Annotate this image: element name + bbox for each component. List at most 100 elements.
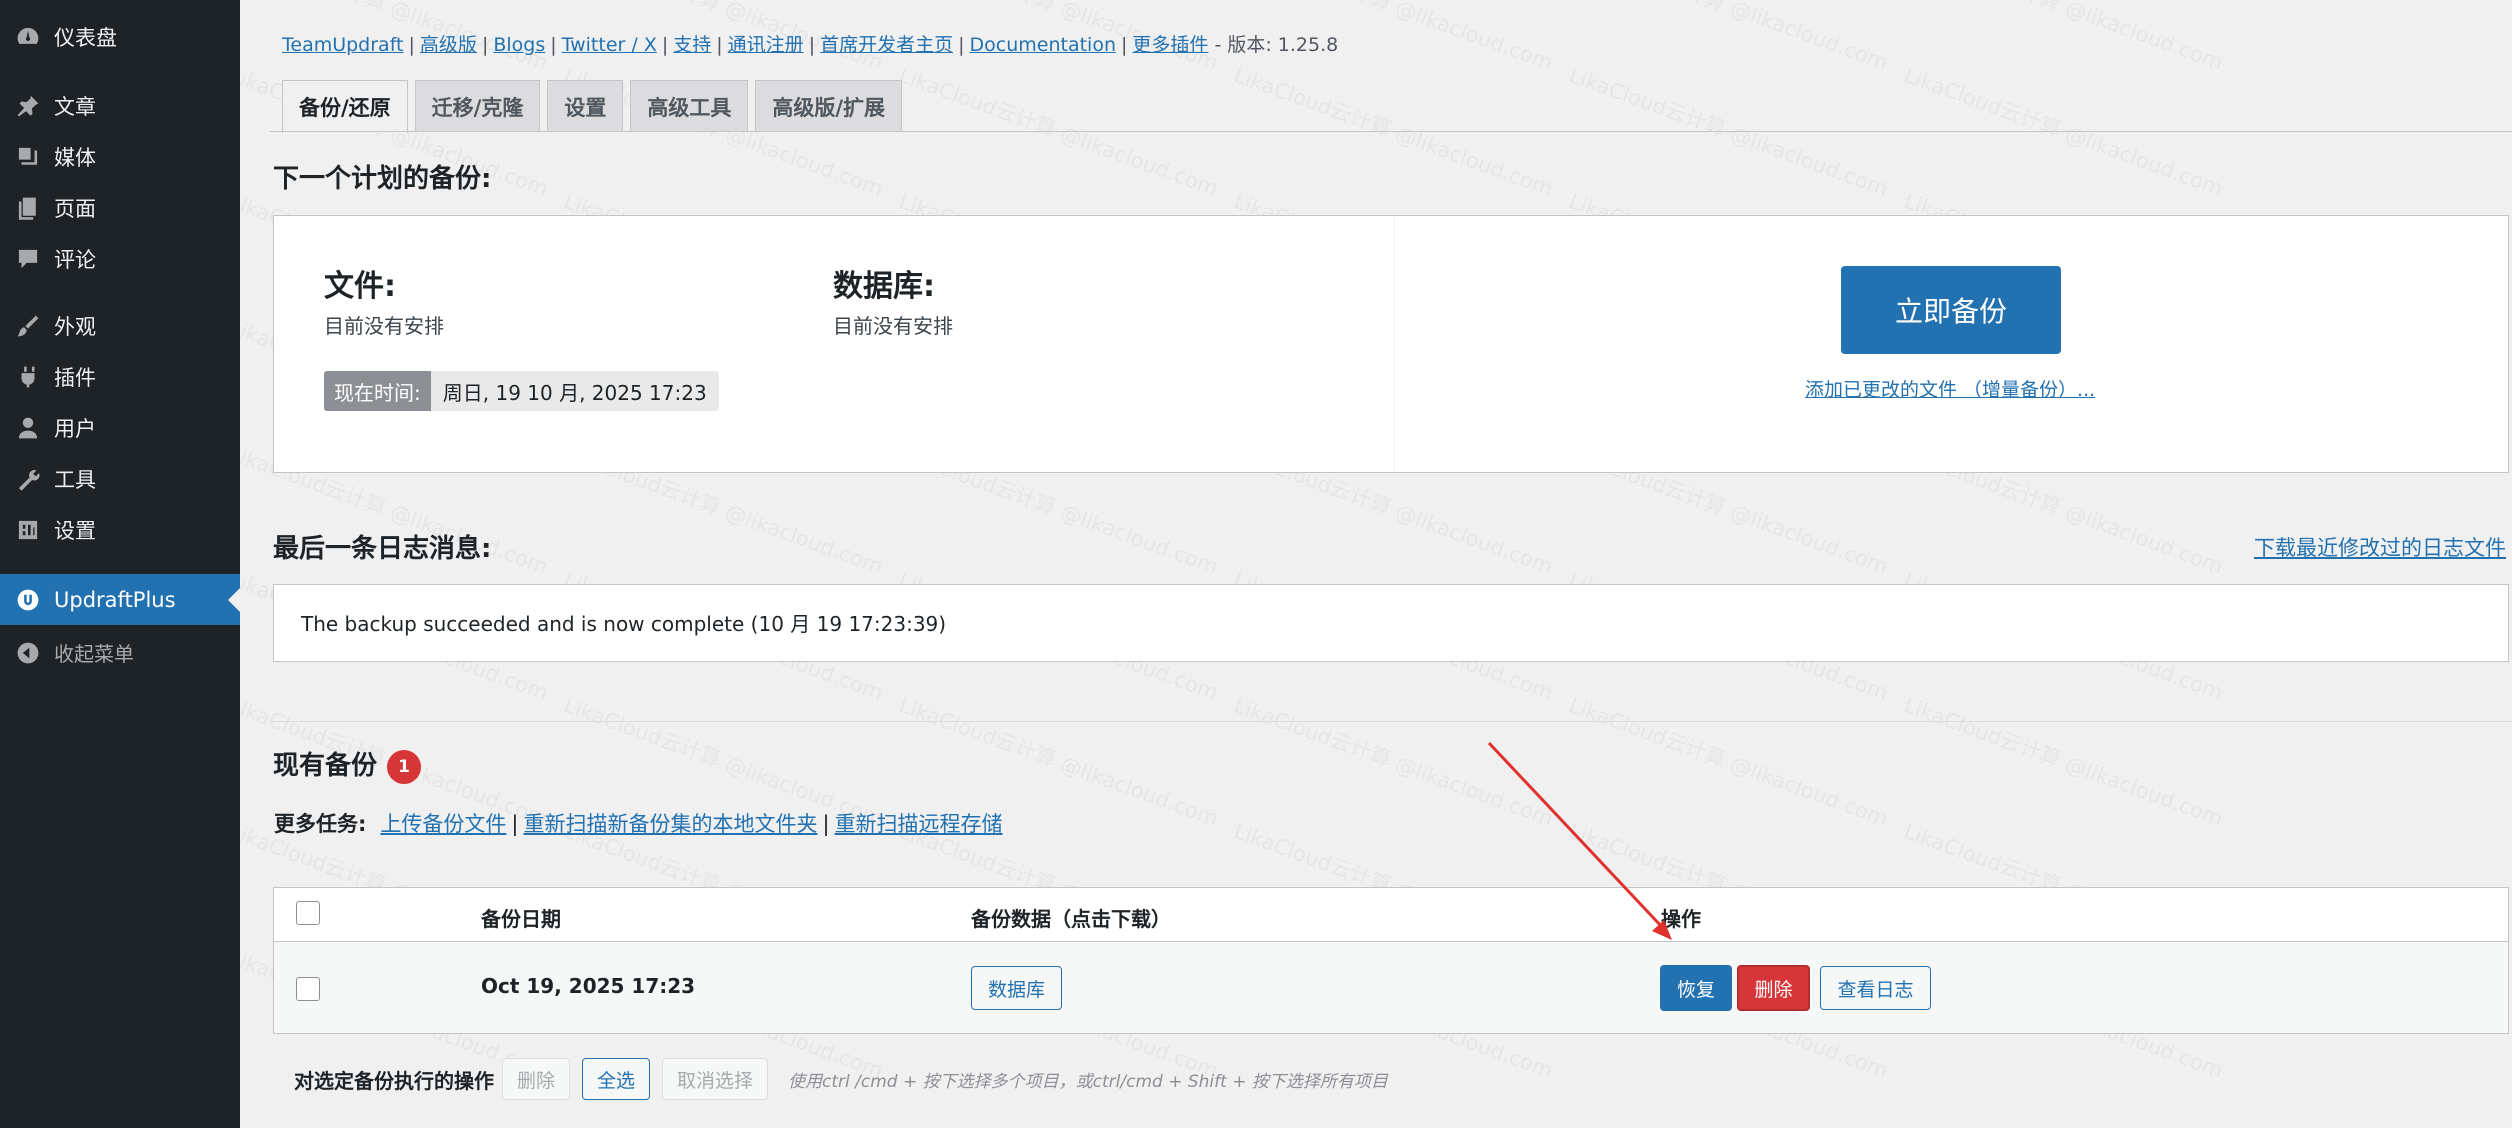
schedule-panel: 文件: 目前没有安排 数据库: 目前没有安排 现在时间: 周日, 19 10 月…: [273, 215, 2509, 473]
sidebar-item-label: 工具: [54, 467, 96, 492]
page-icon: [13, 193, 43, 223]
pin-icon: [13, 91, 43, 121]
link-more-plugins[interactable]: 更多插件: [1132, 34, 1208, 56]
more-tasks-label: 更多任务:: [274, 812, 367, 836]
row-checkbox[interactable]: [296, 977, 320, 1001]
table-row[interactable]: Oct 19, 2025 17:23 数据库 恢复 删除 查看日志: [274, 942, 2508, 1033]
incremental-backup-link[interactable]: 添加已更改的文件 （增量备份）...: [1805, 375, 2095, 402]
link-teamupdraft[interactable]: TeamUpdraft: [282, 34, 404, 56]
link-documentation[interactable]: Documentation: [970, 34, 1116, 56]
column-header-date: 备份日期: [481, 907, 561, 931]
current-time-label: 现在时间:: [324, 371, 431, 411]
tabs-divider: [270, 131, 2512, 132]
watermark-text: LikaCloud云计算 @likacloud.com: [1900, 0, 2227, 77]
delete-button[interactable]: 删除: [1737, 965, 1810, 1011]
tab-bar: 备份/还原 迁移/克隆 设置 高级工具 高级版/扩展: [282, 80, 909, 133]
download-log-link[interactable]: 下载最近修改过的日志文件: [2254, 532, 2506, 562]
log-panel: The backup succeeded and is now complete…: [273, 584, 2509, 662]
database-label: 数据库:: [833, 269, 935, 304]
sidebar-item-tools[interactable]: 工具: [0, 453, 240, 504]
sidebar-item-settings[interactable]: 设置: [0, 504, 240, 555]
tab-backup-restore[interactable]: 备份/还原: [282, 80, 408, 133]
column-header-actions: 操作: [1661, 907, 1701, 931]
sidebar-item-label: 插件: [54, 365, 96, 390]
link-newsletter[interactable]: 通讯注册: [728, 34, 804, 56]
tab-premium-extensions[interactable]: 高级版/扩展: [755, 80, 903, 132]
tab-advanced-tools[interactable]: 高级工具: [630, 80, 749, 132]
panel-divider: [1394, 216, 1395, 472]
current-time-value: 周日, 19 10 月, 2025 17:23: [442, 380, 707, 405]
main-content: LikaCloud云计算 @likacloud.comLikaCloud云计算 …: [240, 0, 2512, 1128]
collapse-menu-button[interactable]: 收起菜单: [0, 627, 240, 678]
sidebar-item-dashboard[interactable]: 仪表盘: [0, 11, 240, 62]
sidebar-item-label: 用户: [54, 416, 96, 441]
sidebar-item-label: 仪表盘: [54, 25, 117, 50]
link-lead-developer[interactable]: 首席开发者主页: [820, 34, 953, 56]
database-schedule-value: 目前没有安排: [833, 314, 953, 338]
link-premium[interactable]: 高级版: [420, 34, 477, 56]
files-label: 文件:: [324, 269, 396, 304]
sidebar-item-media[interactable]: 媒体: [0, 131, 240, 182]
rescan-local-link[interactable]: 重新扫描新备份集的本地文件夹: [523, 812, 817, 836]
version-text: - 版本: 1.25.8: [1214, 34, 1339, 56]
plugin-icon: [13, 362, 43, 392]
log-message: The backup succeeded and is now complete…: [301, 612, 947, 636]
sidebar-item-users[interactable]: 用户: [0, 402, 240, 453]
sidebar-item-comments[interactable]: 评论: [0, 233, 240, 284]
upload-backup-link[interactable]: 上传备份文件: [380, 812, 506, 836]
bulk-actions-label: 对选定备份执行的操作: [294, 1068, 494, 1093]
wrench-icon: [13, 464, 43, 494]
tab-migrate-clone[interactable]: 迁移/克隆: [414, 80, 541, 132]
link-support[interactable]: 支持: [673, 34, 711, 56]
sidebar-item-label: 页面: [54, 196, 96, 221]
backups-table: 备份日期 备份数据（点击下载） 操作 Oct 19, 2025 17:23 数据…: [273, 887, 2509, 1034]
collapse-icon: [13, 638, 43, 668]
sidebar-item-label: 收起菜单: [54, 642, 134, 666]
watermark-text: LikaCloud云计算 @likacloud.com: [1900, 689, 2227, 833]
backup-now-button[interactable]: 立即备份: [1841, 266, 2061, 354]
more-tasks-bar: 更多任务: 上传备份文件 | 重新扫描新备份集的本地文件夹 | 重新扫描远程存储: [274, 812, 1003, 836]
select-all-checkbox[interactable]: [296, 901, 320, 925]
backup-date: Oct 19, 2025 17:23: [481, 974, 696, 998]
selection-hint: 使用ctrl /cmd + 按下选择多个项目，或ctrl/cmd + Shift…: [788, 1071, 1388, 1092]
tab-settings[interactable]: 设置: [547, 80, 624, 132]
schedule-heading: 下一个计划的备份:: [273, 164, 492, 194]
sidebar-item-plugins[interactable]: 插件: [0, 351, 240, 402]
sidebar-item-label: 文章: [54, 94, 96, 119]
plugin-links-bar: TeamUpdraft | 高级版 | Blogs | Twitter / X | 支持 | 通讯注…: [282, 34, 1339, 56]
restore-button[interactable]: 恢复: [1660, 965, 1732, 1011]
sidebar-item-label: 外观: [54, 314, 96, 339]
sidebar-item-updraftplus[interactable]: UpdraftPlus: [0, 574, 240, 625]
section-divider: [270, 721, 2512, 722]
sidebar-item-appearance[interactable]: 外观: [0, 300, 240, 351]
watermark-text: LikaCloud云计算 @likacloud.com: [1565, 0, 1892, 77]
current-time-box: 现在时间: 周日, 19 10 月, 2025 17:23: [324, 371, 719, 411]
bulk-actions-bar: 对选定备份执行的操作 删除 全选 取消选择 使用ctrl /cmd + 按下选择…: [294, 1057, 1388, 1101]
dashboard-icon: [13, 22, 43, 52]
last-log-heading: 最后一条日志消息:: [273, 534, 492, 564]
sidebar-item-pages[interactable]: 页面: [0, 182, 240, 233]
settings-icon: [13, 515, 43, 545]
deselect-button[interactable]: 取消选择: [662, 1058, 769, 1100]
brush-icon: [13, 311, 43, 341]
sidebar-item-label: 媒体: [54, 145, 96, 170]
view-log-button[interactable]: 查看日志: [1820, 966, 1931, 1010]
watermark-text: LikaCloud云计算 @likacloud.com: [1565, 689, 1892, 833]
active-indicator: [228, 587, 240, 612]
backup-count-badge: 1: [387, 749, 422, 784]
link-blogs[interactable]: Blogs: [493, 34, 545, 56]
rescan-remote-link[interactable]: 重新扫描远程存储: [835, 812, 1003, 836]
database-download-button[interactable]: 数据库: [971, 966, 1062, 1010]
updraft-icon: [13, 585, 43, 615]
sidebar-item-posts[interactable]: 文章: [0, 80, 240, 131]
column-header-data: 备份数据（点击下载）: [971, 907, 1171, 931]
user-icon: [13, 413, 43, 443]
sidebar-item-label: UpdraftPlus: [54, 587, 176, 612]
table-header-row: 备份日期 备份数据（点击下载） 操作: [274, 888, 2508, 942]
existing-backups-title: 现有备份: [273, 751, 378, 781]
files-schedule-value: 目前没有安排: [324, 314, 444, 338]
select-all-button[interactable]: 全选: [582, 1058, 651, 1100]
comment-icon: [13, 244, 43, 274]
link-twitter[interactable]: Twitter / X: [562, 34, 657, 56]
bulk-delete-button[interactable]: 删除: [502, 1058, 571, 1100]
